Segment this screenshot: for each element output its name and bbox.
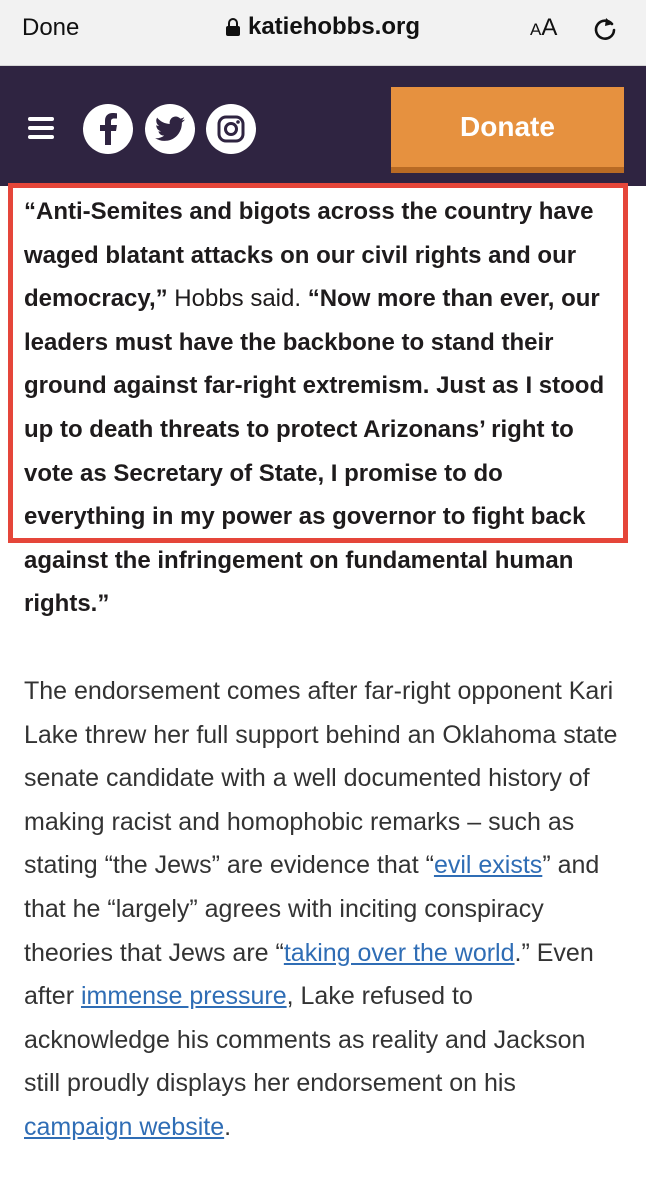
twitter-glyph xyxy=(155,116,185,141)
link-evil-exists[interactable]: evil exists xyxy=(434,851,542,879)
endorsement-paragraph: The endorsement comes after far-right op… xyxy=(24,670,624,1150)
facebook-glyph xyxy=(100,113,117,145)
lock-icon xyxy=(225,18,240,36)
browser-toolbar: Done katiehobbs.org AA xyxy=(0,0,646,66)
hobbs-quote: “Anti-Semites and bigots across the coun… xyxy=(24,190,624,626)
text-size-large: A xyxy=(541,14,558,41)
article-body: “Anti-Semites and bigots across the coun… xyxy=(24,190,624,1149)
para-text-1: The endorsement comes after far-right op… xyxy=(24,676,618,880)
quote-attribution: Hobbs said. xyxy=(167,285,308,313)
link-taking-over-the-world[interactable]: taking over the world xyxy=(284,939,515,967)
facebook-icon[interactable] xyxy=(83,104,133,154)
twitter-icon[interactable] xyxy=(145,104,195,154)
donate-button[interactable]: Donate xyxy=(391,87,624,167)
instagram-icon[interactable] xyxy=(206,104,256,154)
text-size-small: A xyxy=(530,20,542,39)
menu-icon[interactable] xyxy=(28,117,54,139)
link-immense-pressure[interactable]: immense pressure xyxy=(81,982,287,1010)
url-text: katiehobbs.org xyxy=(247,13,421,40)
link-campaign-website[interactable]: campaign website xyxy=(24,1113,224,1141)
instagram-glyph xyxy=(217,115,245,143)
site-header: Donate xyxy=(0,66,646,186)
reload-icon[interactable] xyxy=(592,16,618,42)
text-size-button[interactable]: AA xyxy=(530,14,557,42)
para-text-5: . xyxy=(224,1112,232,1141)
quote-part-2: “Now more than ever, our leaders must ha… xyxy=(24,285,605,618)
